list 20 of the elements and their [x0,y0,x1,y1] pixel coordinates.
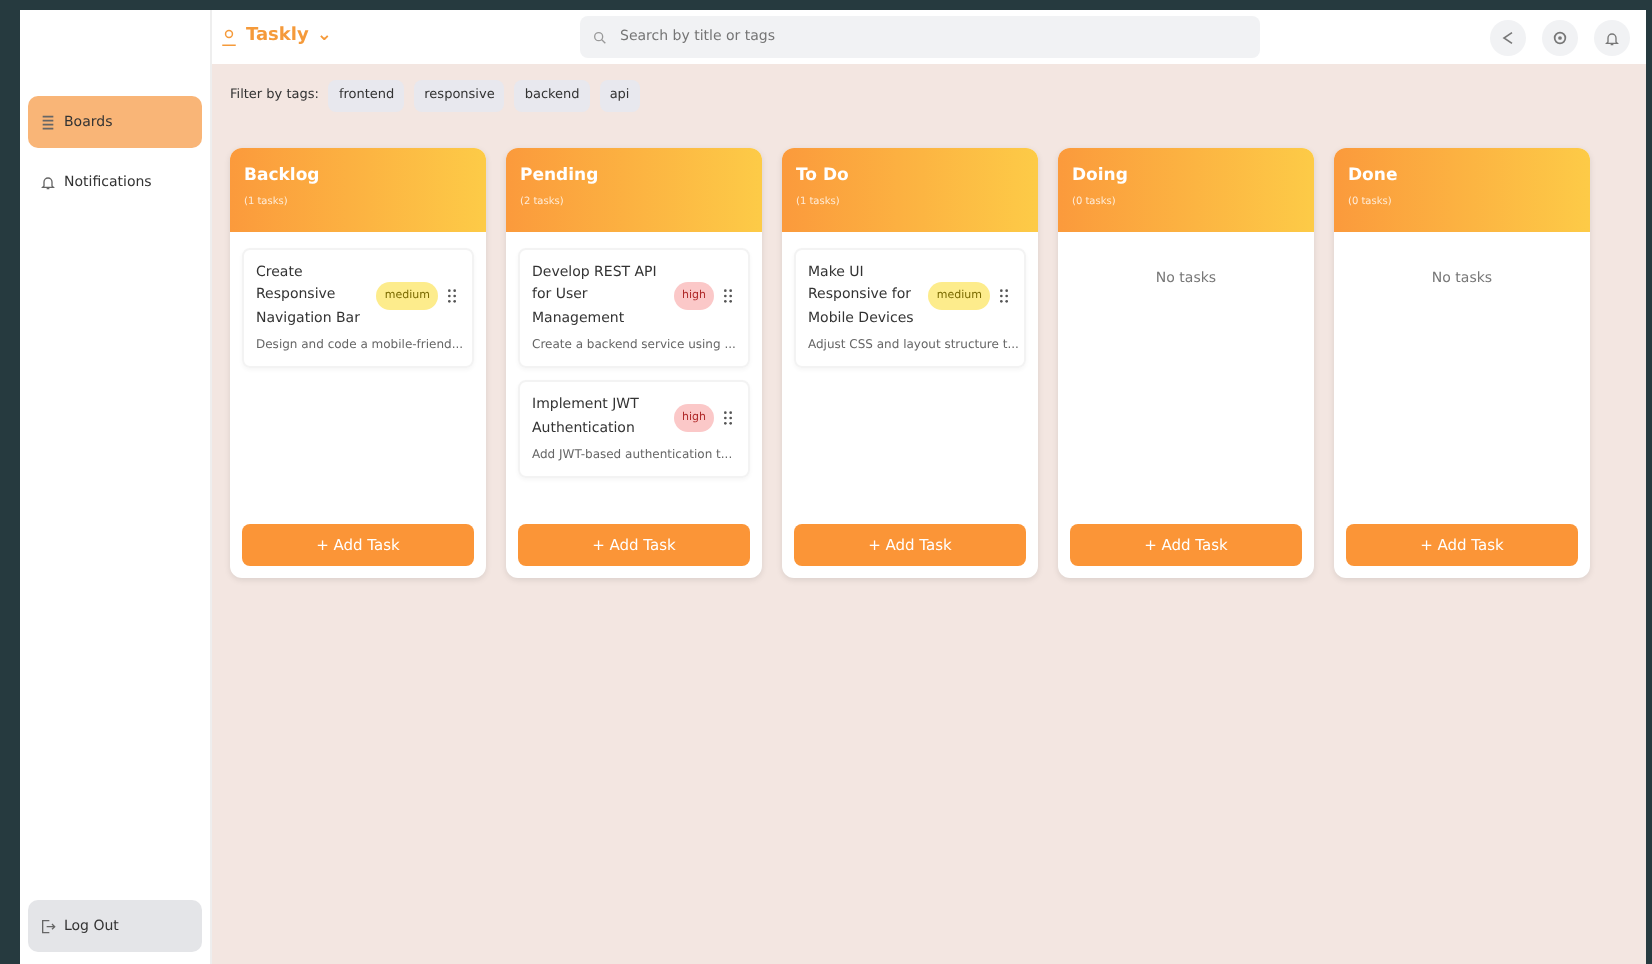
search-icon [592,29,608,45]
bell-button[interactable] [1594,19,1630,55]
bell-icon [1604,29,1620,45]
column-title: Doing [1072,163,1130,189]
column-title: Done [1348,163,1400,189]
column-title: Backlog [244,163,322,189]
share-icon [1500,29,1516,45]
drag-handle-icon [720,409,736,426]
drag-handle-icon [444,288,460,305]
bell-icon [40,174,56,190]
logout-icon [40,918,56,934]
user-icon [220,28,238,46]
drag-handle-icon [996,288,1012,305]
column-title: To Do [796,163,851,189]
settings-icon [1552,29,1568,45]
list-icon [40,114,56,130]
settings-button[interactable] [1542,19,1578,55]
drag-handle-icon [720,288,736,305]
share-button[interactable] [1490,19,1526,55]
column-title: Pending [520,163,601,189]
